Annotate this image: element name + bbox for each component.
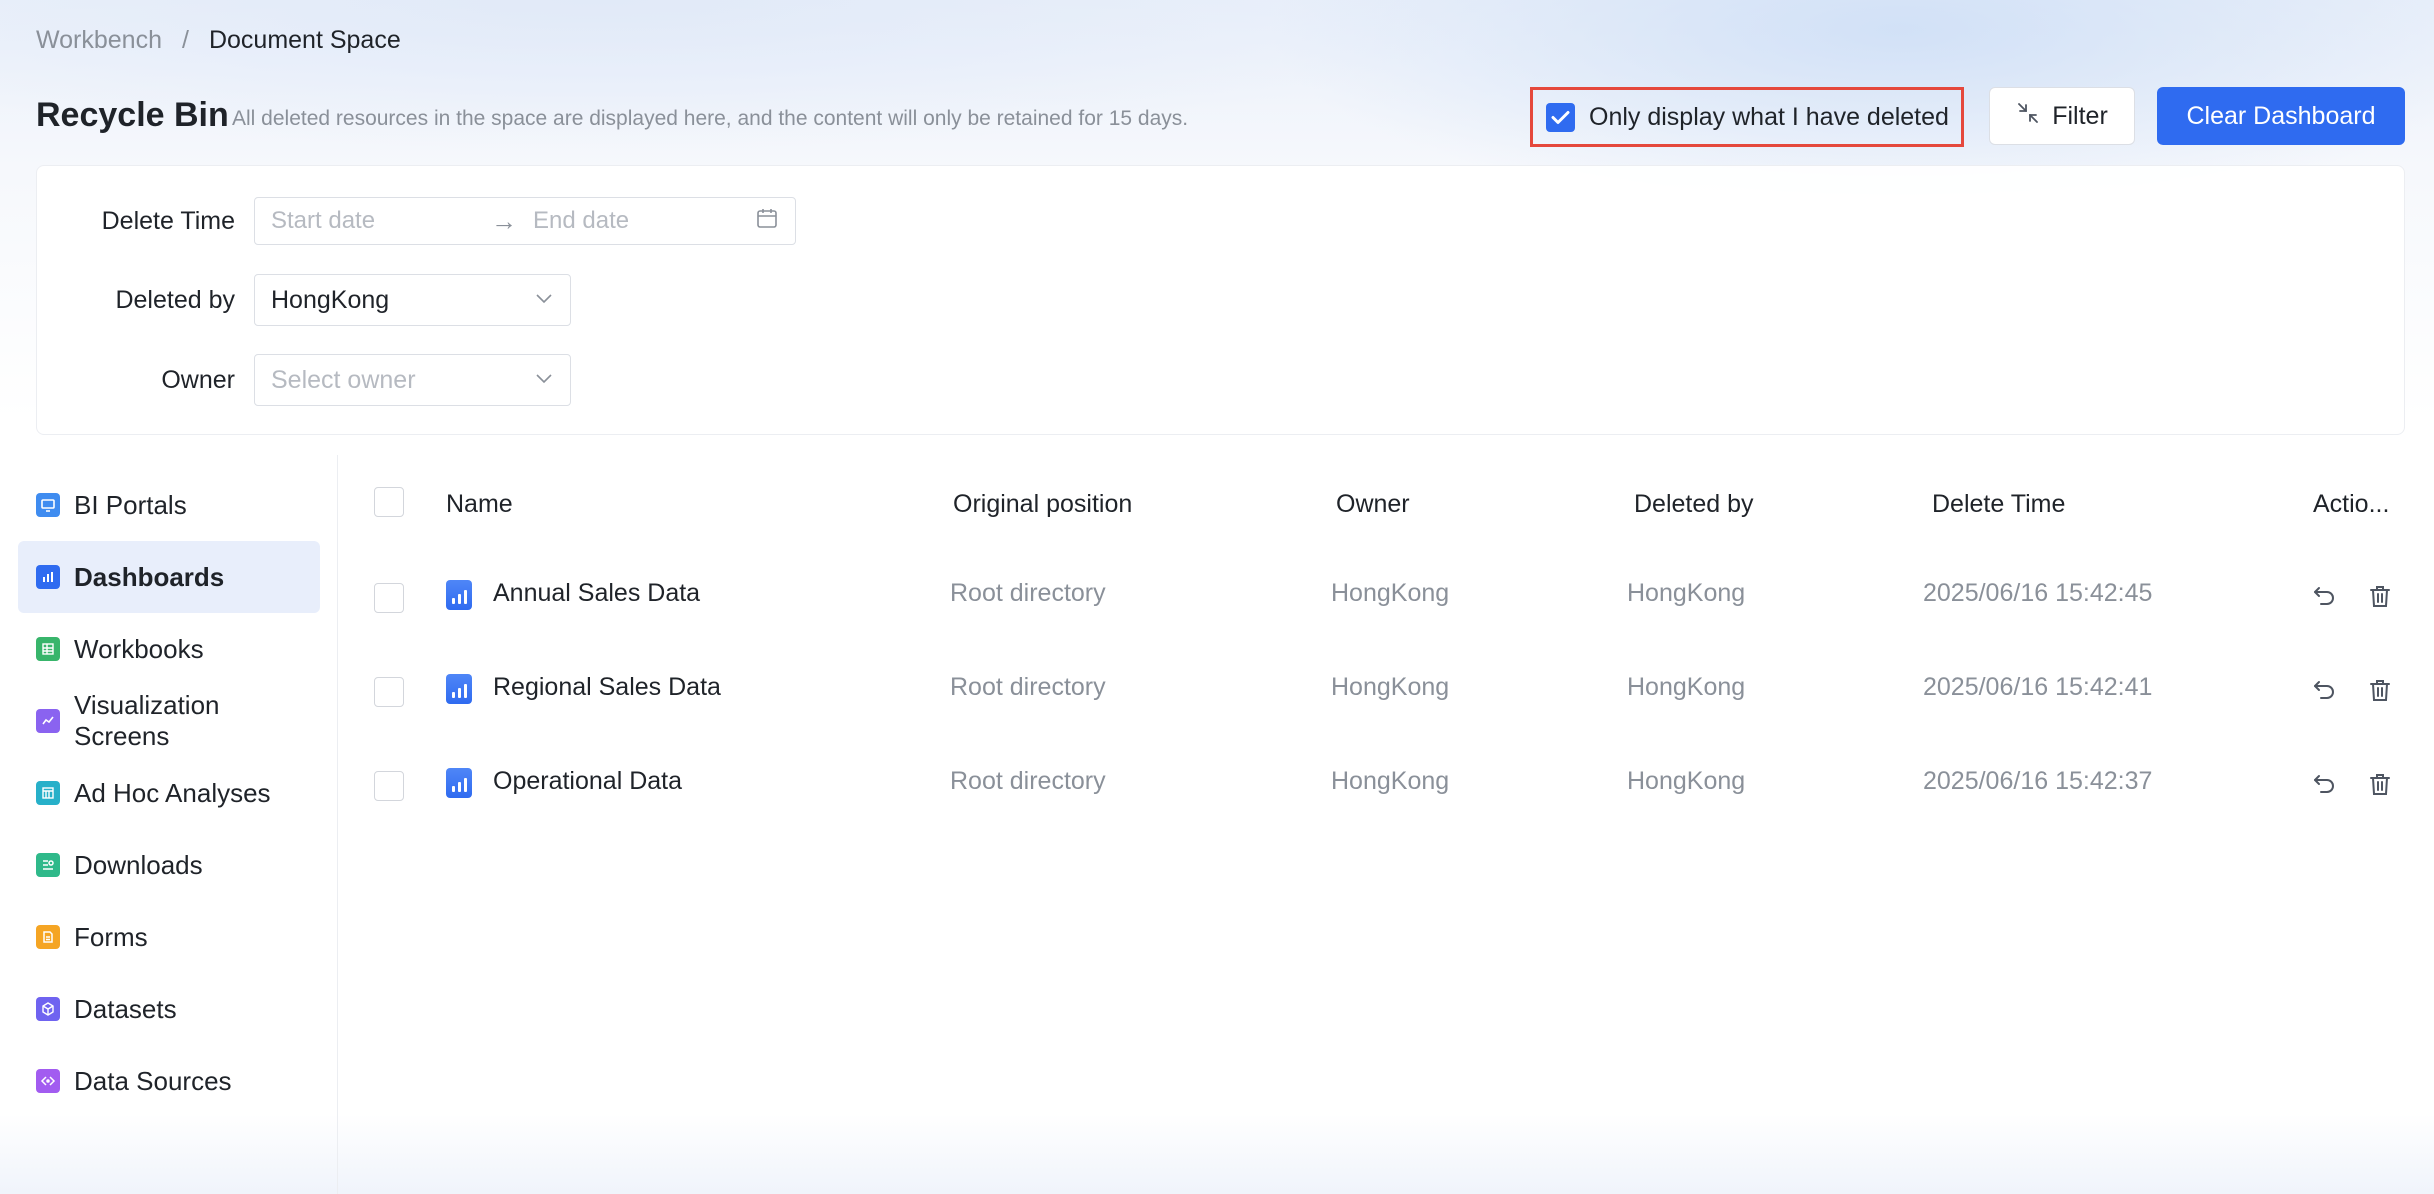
end-date-input[interactable]: End date xyxy=(533,207,755,235)
page-title: Recycle Bin xyxy=(36,96,229,134)
row-checkbox[interactable] xyxy=(374,771,404,801)
restore-icon[interactable] xyxy=(2310,582,2338,610)
calendar-icon[interactable] xyxy=(755,206,779,237)
sidebar-item-label: Downloads xyxy=(74,849,203,880)
breadcrumb-current: Document Space xyxy=(208,26,401,54)
row-name[interactable]: Regional Sales Data xyxy=(493,673,721,702)
range-arrow-icon: → xyxy=(491,205,517,236)
row-checkbox[interactable] xyxy=(374,583,404,613)
checkbox-checked-icon[interactable] xyxy=(1546,102,1575,132)
row-delete-time: 2025/06/16 15:42:37 xyxy=(1923,767,2153,795)
row-delete-time: 2025/06/16 15:42:41 xyxy=(1923,673,2153,701)
table-row[interactable]: Annual Sales Data Root directory HongKon… xyxy=(338,550,2434,644)
resource-type-sidebar: BI Portals Dashboards Workbooks Visualiz… xyxy=(0,455,338,1194)
sidebar-item-label: Visualization Screens xyxy=(74,690,220,751)
column-header-actions: Actio... xyxy=(2313,490,2390,518)
sidebar-item-label: Data Sources xyxy=(74,1065,232,1096)
trash-icon[interactable] xyxy=(2366,582,2394,610)
start-date-input[interactable]: Start date xyxy=(271,207,491,235)
breadcrumb-separator: / xyxy=(182,26,189,54)
chevron-down-icon xyxy=(534,286,554,315)
trash-icon[interactable] xyxy=(2366,770,2394,798)
row-original-position: Root directory xyxy=(950,767,1106,795)
row-owner: HongKong xyxy=(1331,579,1450,607)
row-original-position: Root directory xyxy=(950,673,1106,701)
owner-select[interactable]: Select owner xyxy=(254,354,571,406)
sidebar-item-workbooks[interactable]: Workbooks xyxy=(18,613,320,685)
table-row[interactable]: Regional Sales Data Root directory HongK… xyxy=(338,644,2434,738)
trash-icon[interactable] xyxy=(2366,676,2394,704)
filter-panel: Delete Time Start date → End date Delete… xyxy=(36,165,2405,435)
row-deleted-by: HongKong xyxy=(1627,673,1746,701)
table-row xyxy=(338,1005,2434,1099)
delete-time-row: Delete Time xyxy=(37,195,235,245)
sidebar-item-label: Forms xyxy=(74,921,148,952)
deleted-by-label: Deleted by xyxy=(115,286,235,314)
row-deleted-by: HongKong xyxy=(1627,767,1746,795)
data-source-icon xyxy=(36,1069,60,1093)
monitor-icon xyxy=(36,493,60,517)
grid-icon xyxy=(36,781,60,805)
restore-icon[interactable] xyxy=(2310,676,2338,704)
only-mine-checkbox[interactable]: Only display what I have deleted xyxy=(1530,87,1964,147)
dashboard-file-icon xyxy=(446,768,472,798)
owner-row: Owner xyxy=(37,354,235,404)
row-deleted-by: HongKong xyxy=(1627,579,1746,607)
select-all-checkbox[interactable] xyxy=(374,487,404,517)
row-checkbox[interactable] xyxy=(374,677,404,707)
sidebar-item-datasets[interactable]: Datasets xyxy=(18,973,320,1045)
sidebar-item-label: Ad Hoc Analyses xyxy=(74,777,271,808)
page: Workbench / Document Space Recycle Bin A… xyxy=(0,0,2434,1194)
form-icon xyxy=(36,925,60,949)
table-row[interactable]: Operational Data Root directory HongKong… xyxy=(338,738,2434,832)
bar-chart-icon xyxy=(36,565,60,589)
column-header-deleted-by[interactable]: Deleted by xyxy=(1634,490,1754,519)
sidebar-item-label: Dashboards xyxy=(74,561,225,592)
row-name[interactable]: Annual Sales Data xyxy=(493,579,700,608)
sidebar-item-downloads[interactable]: Downloads xyxy=(18,829,320,901)
sidebar-item-label: Datasets xyxy=(74,993,177,1024)
sidebar-item-data-sources[interactable]: Data Sources xyxy=(18,1045,320,1117)
line-chart-icon xyxy=(36,709,60,733)
cube-icon xyxy=(36,997,60,1021)
deleted-by-value: HongKong xyxy=(271,285,390,314)
column-header-original-position[interactable]: Original position xyxy=(953,490,1132,519)
only-mine-label: Only display what I have deleted xyxy=(1589,102,1949,131)
row-original-position: Root directory xyxy=(950,579,1106,607)
restore-icon[interactable] xyxy=(2310,770,2338,798)
table-icon xyxy=(36,637,60,661)
page-description: All deleted resources in the space are d… xyxy=(232,107,1189,130)
column-header-delete-time[interactable]: Delete Time xyxy=(1932,490,2065,519)
breadcrumb-workbench-link[interactable]: Workbench xyxy=(36,26,162,55)
row-owner: HongKong xyxy=(1331,767,1450,795)
deleted-by-row: Deleted by xyxy=(37,274,235,324)
row-owner: HongKong xyxy=(1331,673,1450,701)
sidebar-item-ad-hoc-analyses[interactable]: Ad Hoc Analyses xyxy=(18,757,320,829)
filter-button-label: Filter xyxy=(2052,101,2108,130)
column-header-owner[interactable]: Owner xyxy=(1336,490,1410,519)
delete-time-label: Delete Time xyxy=(101,207,235,235)
dashboard-file-icon xyxy=(446,580,472,610)
sidebar-item-bi-portals[interactable]: BI Portals xyxy=(18,469,320,541)
deleted-by-select[interactable]: HongKong xyxy=(254,274,571,326)
column-header-name[interactable]: Name xyxy=(446,490,513,519)
download-list-icon xyxy=(36,853,60,877)
sidebar-item-forms[interactable]: Forms xyxy=(18,901,320,973)
breadcrumb: Workbench / Document Space xyxy=(36,26,401,55)
filter-button[interactable]: Filter xyxy=(1989,87,2135,145)
dashboard-file-icon xyxy=(446,674,472,704)
sidebar-item-dashboards[interactable]: Dashboards xyxy=(18,541,320,613)
chevron-down-icon xyxy=(534,366,554,395)
sidebar-item-visualization-screens[interactable]: Visualization Screens xyxy=(18,685,320,757)
owner-placeholder: Select owner xyxy=(271,365,416,394)
clear-dashboard-button[interactable]: Clear Dashboard xyxy=(2157,87,2405,145)
filter-collapse-icon xyxy=(2016,101,2040,132)
owner-label: Owner xyxy=(161,366,235,394)
sidebar-item-label: Workbooks xyxy=(74,633,204,664)
table-header-row: Name Original position Owner Deleted by … xyxy=(338,455,2434,549)
row-name[interactable]: Operational Data xyxy=(493,767,682,796)
sidebar-item-label: BI Portals xyxy=(74,489,187,520)
row-delete-time: 2025/06/16 15:42:45 xyxy=(1923,579,2153,607)
delete-time-range-picker[interactable]: Start date → End date xyxy=(254,197,796,245)
